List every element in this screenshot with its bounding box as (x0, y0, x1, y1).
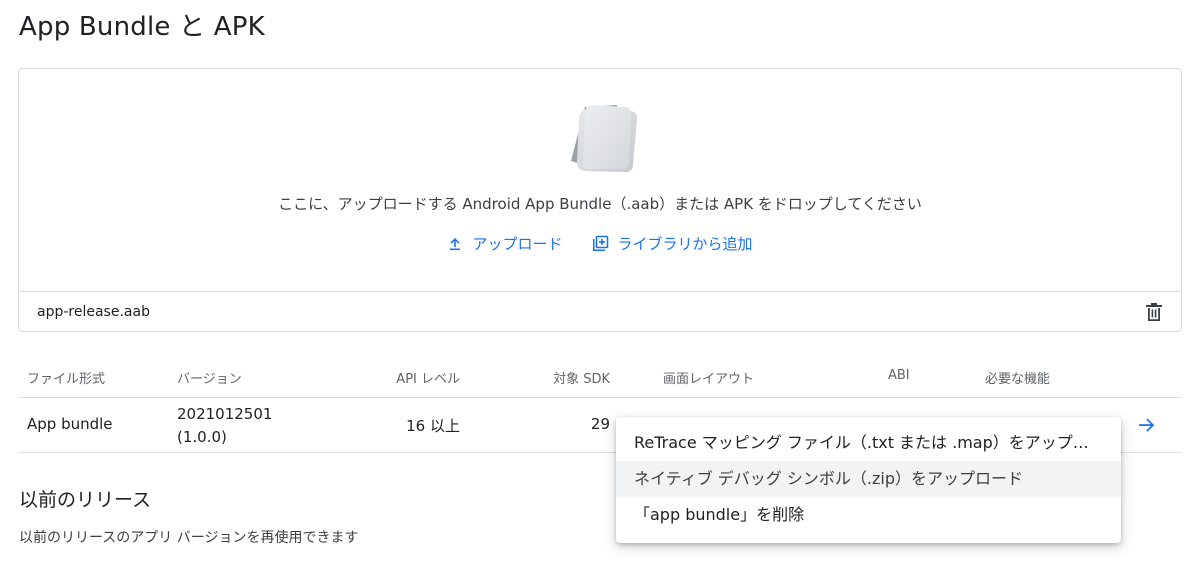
col-header-version: バージョン (177, 372, 242, 387)
cell-file-type: App bundle (27, 415, 113, 433)
trash-icon (1146, 303, 1162, 321)
row-context-menu: ReTrace マッピング ファイル（.txt または .map）をアップロード… (616, 417, 1121, 543)
col-header-abi: ABI (888, 368, 910, 383)
upload-icon (450, 237, 461, 250)
previous-releases-description: 以前のリリースのアプリ バージョンを再使用できます (19, 530, 359, 546)
page-title: App Bundle と APK (19, 12, 265, 42)
cell-version-code: 2021012501 (177, 405, 273, 423)
col-header-file-type: ファイル形式 (27, 372, 106, 387)
upload-drop-zone[interactable]: ここに、アップロードする Android App Bundle（.aab）または… (18, 68, 1182, 332)
table-header-divider (18, 397, 1182, 398)
col-header-required-features: 必要な機能 (985, 372, 1051, 387)
cell-version-name: (1.0.0) (177, 428, 227, 446)
cell-target-sdk: 29 (590, 415, 610, 433)
menu-item-upload-native-debug-symbols[interactable]: ネイティブ デバッグ シンボル（.zip）をアップロード (616, 461, 1121, 497)
add-from-library-button[interactable]: ライブラリから追加 (591, 233, 753, 254)
col-header-screen-layout: 画面レイアウト (663, 372, 755, 387)
uploaded-file-row: app-release.aab (19, 291, 1181, 333)
previous-releases-title: 以前のリリース (19, 489, 152, 511)
upload-button-label: アップロード (472, 235, 563, 253)
row-details-button[interactable] (1136, 414, 1158, 436)
col-header-target-sdk: 対象 SDK (553, 372, 610, 387)
delete-file-button[interactable] (1143, 301, 1165, 323)
upload-button[interactable]: アップロード (447, 233, 563, 254)
stacked-documents-icon (565, 99, 641, 181)
add-from-library-label: ライブラリから追加 (617, 235, 753, 253)
arrow-right-icon (1139, 418, 1155, 432)
uploaded-file-name: app-release.aab (37, 304, 150, 320)
cell-api-level: 16 以上 (406, 417, 460, 435)
menu-item-upload-retrace-mapping[interactable]: ReTrace マッピング ファイル（.txt または .map）をアップロード (616, 425, 1121, 461)
menu-item-delete-app-bundle[interactable]: 「app bundle」を削除 (616, 497, 1121, 533)
drop-hint-text: ここに、アップロードする Android App Bundle（.aab）または… (278, 195, 922, 213)
col-header-api-level: API レベル (396, 372, 460, 387)
library-add-icon (592, 235, 608, 251)
